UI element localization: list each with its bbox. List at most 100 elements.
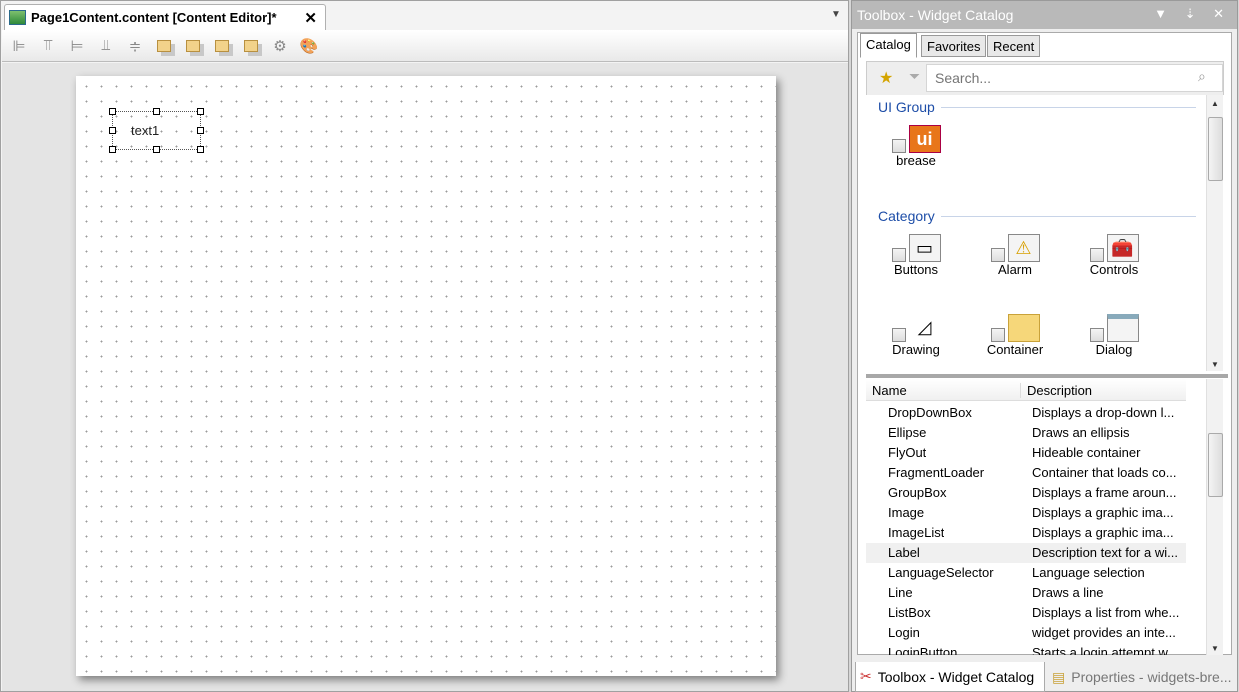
item-name: Ellipse bbox=[888, 425, 927, 440]
category-drawing[interactable]: ◿ Drawing bbox=[876, 310, 956, 357]
item-description: Displays a graphic ima... bbox=[1032, 505, 1174, 520]
category-dialog[interactable]: Dialog bbox=[1074, 310, 1154, 357]
item-description: Draws an ellipsis bbox=[1032, 425, 1130, 440]
dialog-window-icon bbox=[1106, 314, 1139, 342]
list-item[interactable]: Line Draws a line bbox=[866, 583, 1186, 603]
text-widget[interactable]: text1 bbox=[131, 123, 159, 138]
drawing-triangle-icon: ◿ bbox=[917, 317, 932, 337]
toolbox-title: Toolbox - Widget Catalog bbox=[857, 7, 1014, 23]
list-item[interactable]: DropDownBox Displays a drop-down l... bbox=[866, 403, 1186, 423]
list-item[interactable]: Ellipse Draws an ellipsis bbox=[866, 423, 1186, 443]
controls-toolbox-icon: 🧰 bbox=[1106, 234, 1139, 262]
search-input[interactable] bbox=[926, 64, 1223, 92]
checkbox[interactable] bbox=[1089, 328, 1104, 342]
item-name: ListBox bbox=[888, 605, 931, 620]
checkbox[interactable] bbox=[990, 248, 1005, 262]
item-description: Hideable container bbox=[1032, 445, 1141, 460]
column-description[interactable]: Description bbox=[1020, 383, 1092, 398]
item-description: Draws a line bbox=[1032, 585, 1104, 600]
filter-clear-icon[interactable]: ⏷ bbox=[909, 68, 920, 85]
widget-brease[interactable]: ui brease bbox=[876, 121, 956, 168]
properties-icon: ▤ bbox=[1052, 668, 1066, 685]
content-editor-pane: Page1Content.content [Content Editor]* ✕… bbox=[0, 0, 849, 692]
tab-menu-chevron-icon[interactable]: ▼ bbox=[831, 9, 841, 20]
checkbox[interactable] bbox=[891, 328, 906, 342]
list-item[interactable]: ListBox Displays a list from whe... bbox=[866, 603, 1186, 623]
item-name: Line bbox=[888, 585, 913, 600]
tab-favorites[interactable]: Favorites bbox=[921, 35, 987, 57]
item-name: Image bbox=[888, 505, 925, 520]
tab-catalog[interactable]: Catalog bbox=[860, 33, 917, 58]
checkbox[interactable] bbox=[990, 328, 1005, 342]
toolbox-header: Toolbox - Widget Catalog ▼ ⇣ ✕ bbox=[852, 1, 1237, 29]
ui-group-heading: UI Group bbox=[878, 99, 1196, 115]
list-item[interactable]: GroupBox Displays a frame aroun... bbox=[866, 483, 1186, 503]
list-item[interactable]: LoginButton Starts a login attempt w... bbox=[866, 643, 1186, 655]
panel-controls[interactable]: ▼ ⇣ ✕ bbox=[1154, 6, 1231, 22]
align-right-icon[interactable]: ⊨ bbox=[66, 35, 88, 57]
tab-page1content[interactable]: Page1Content.content [Content Editor]* ✕ bbox=[4, 4, 326, 30]
brease-icon: ui bbox=[908, 125, 941, 153]
tab-toolbox-widget-catalog[interactable]: ✂ Toolbox - Widget Catalog bbox=[855, 662, 1045, 692]
item-name: Login bbox=[888, 625, 920, 640]
search-icon: ⌕ bbox=[1198, 68, 1206, 84]
tab-recent[interactable]: Recent bbox=[987, 35, 1041, 57]
item-description: widget provides an inte... bbox=[1032, 625, 1176, 640]
item-description: Language selection bbox=[1032, 565, 1145, 580]
palette-icon[interactable]: 🎨 bbox=[298, 35, 320, 57]
widget-list: Name Description DropDownBox Displays a d… bbox=[866, 379, 1206, 655]
category-container[interactable]: Container bbox=[975, 310, 1055, 357]
list-item[interactable]: Label Description text for a wi... bbox=[866, 543, 1186, 563]
list-item[interactable]: FragmentLoader Container that loads co... bbox=[866, 463, 1186, 483]
item-name: FlyOut bbox=[888, 445, 927, 460]
bring-forward-icon[interactable] bbox=[211, 35, 233, 57]
item-name: GroupBox bbox=[888, 485, 947, 500]
checkbox[interactable] bbox=[891, 248, 906, 262]
page-canvas[interactable] bbox=[76, 76, 776, 676]
list-header: Name Description bbox=[866, 379, 1186, 401]
toolbox-body: Catalog Favorites Recent ★ ⏷ ⌕ UI Group … bbox=[857, 32, 1232, 655]
list-item[interactable]: Image Displays a graphic ima... bbox=[866, 503, 1186, 523]
item-description: Displays a list from whe... bbox=[1032, 605, 1180, 620]
add-favorite-star-icon[interactable]: ★ bbox=[879, 68, 893, 88]
bring-front-icon[interactable] bbox=[153, 35, 175, 57]
list-item[interactable]: ImageList Displays a graphic ima... bbox=[866, 523, 1186, 543]
item-name: DropDownBox bbox=[888, 405, 972, 420]
align-bottom-icon[interactable]: ⫫ bbox=[95, 35, 117, 57]
item-name: Label bbox=[888, 545, 920, 560]
close-tab-icon[interactable]: ✕ bbox=[304, 9, 317, 27]
container-folder-icon bbox=[1007, 314, 1040, 342]
align-left-icon[interactable]: ⊫ bbox=[8, 35, 30, 57]
list-item[interactable]: FlyOut Hideable container bbox=[866, 443, 1186, 463]
item-description: Displays a graphic ima... bbox=[1032, 525, 1174, 540]
settings-gear-icon[interactable]: ⚙ bbox=[269, 35, 291, 57]
item-description: Starts a login attempt w... bbox=[1032, 645, 1178, 655]
catalog-area: UI Group ui brease Category ▭ Buttons ⚠ Al… bbox=[866, 95, 1206, 371]
tab-title: Page1Content.content [Content Editor]* bbox=[31, 10, 277, 25]
splitter[interactable] bbox=[866, 374, 1228, 378]
align-top-icon[interactable]: ⫪ bbox=[37, 35, 59, 57]
category-alarm[interactable]: ⚠ Alarm bbox=[975, 230, 1055, 277]
tab-properties[interactable]: ▤ Properties - widgets-bre... bbox=[1048, 662, 1236, 692]
item-description: Displays a drop-down l... bbox=[1032, 405, 1175, 420]
list-item[interactable]: Login widget provides an inte... bbox=[866, 623, 1186, 643]
editor-toolbar: ⊫ ⫪ ⊨ ⫫ ≑ ⚙ 🎨 bbox=[2, 30, 848, 62]
center-icon[interactable]: ≑ bbox=[124, 35, 146, 57]
content-file-icon bbox=[9, 10, 26, 25]
send-back-icon[interactable] bbox=[182, 35, 204, 57]
buttons-icon: ▭ bbox=[908, 234, 941, 262]
tools-icon: ✂ bbox=[860, 668, 872, 684]
column-name[interactable]: Name bbox=[872, 383, 907, 398]
alarm-warning-icon: ⚠ bbox=[1007, 234, 1040, 262]
category-controls[interactable]: 🧰 Controls bbox=[1074, 230, 1154, 277]
category-buttons[interactable]: ▭ Buttons bbox=[876, 230, 956, 277]
item-description: Container that loads co... bbox=[1032, 465, 1177, 480]
checkbox[interactable] bbox=[891, 139, 906, 153]
list-scrollbar[interactable]: ▼ bbox=[1206, 379, 1223, 655]
category-heading: Category bbox=[878, 208, 1196, 224]
list-item[interactable]: LanguageSelector Language selection bbox=[866, 563, 1186, 583]
catalog-scrollbar[interactable]: ▲ ▼ bbox=[1206, 95, 1223, 371]
send-backward-icon[interactable] bbox=[240, 35, 262, 57]
checkbox[interactable] bbox=[1089, 248, 1104, 262]
item-name: LoginButton bbox=[888, 645, 958, 655]
